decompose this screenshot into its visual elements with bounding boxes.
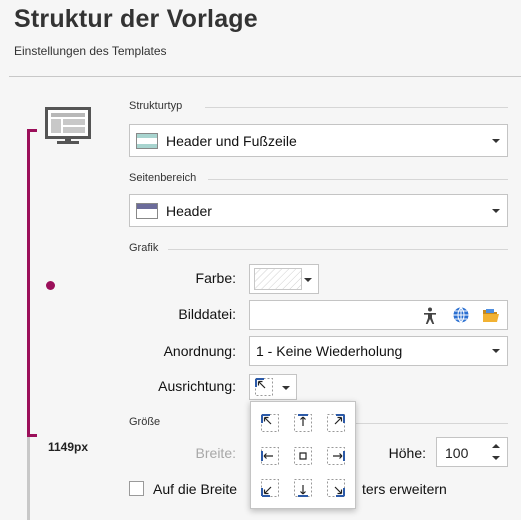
monitor-layout-icon [45,107,91,150]
align-bottom-center-icon[interactable] [294,479,312,497]
section-label-grafik: Grafik [129,242,159,254]
section-label-groesse: Größe [129,416,161,428]
align-center-icon[interactable] [294,447,312,465]
align-bottom-right-icon[interactable] [327,479,345,497]
anordnung-select[interactable]: 1 - Keine Wiederholung [249,336,508,366]
chevron-down-icon [282,386,290,390]
ausrichtung-label: Ausrichtung: [158,378,236,394]
anordnung-label: Anordnung: [163,343,236,359]
expand-width-checkbox[interactable] [129,481,144,496]
section-label-strukturtyp: Strukturtyp [129,100,183,112]
alignment-popup [250,401,356,509]
chevron-down-icon [492,208,500,213]
header-footer-layout-icon [136,132,158,149]
section-divider [208,179,508,180]
chevron-up-icon[interactable] [492,444,500,448]
farbe-color-picker[interactable] [249,264,319,294]
structure-bracket [27,129,30,437]
align-bottom-left-icon[interactable] [261,479,279,497]
section-label-seitenbereich: Seitenbereich [129,172,197,184]
page-title: Struktur der Vorlage [14,5,258,33]
empty-color-swatch [254,268,302,290]
align-top-left-icon [255,378,273,396]
structure-bracket-top [27,129,37,132]
align-middle-left-icon[interactable] [261,447,279,465]
bilddatei-input[interactable] [249,300,508,330]
align-top-center-icon[interactable] [294,414,312,432]
align-top-right-icon[interactable] [327,414,345,432]
hoehe-label: Höhe: [388,445,426,461]
align-middle-right-icon[interactable] [327,447,345,465]
ausrichtung-dropdown[interactable] [249,374,297,400]
chevron-down-icon [492,349,500,353]
anordnung-value: 1 - Keine Wiederholung [256,343,403,359]
chevron-down-icon[interactable] [492,456,500,460]
chevron-down-icon [304,278,312,282]
expand-width-label-end: ters erweitern [362,481,447,497]
expand-width-label: Auf die Breite [153,481,238,497]
seitenbereich-value: Header [166,202,212,219]
section-divider [356,423,508,424]
height-px-label: 1149px [48,440,89,454]
hoehe-stepper[interactable]: 100 [436,437,508,467]
bilddatei-label: Bilddatei: [178,306,236,322]
folder-open-icon[interactable] [482,307,500,326]
header-layout-icon [136,202,158,219]
seitenbereich-select[interactable]: Header [129,194,508,227]
page-subtitle: Einstellungen des Templates [14,44,167,58]
strukturtyp-select[interactable]: Header und Fußzeile [129,124,508,157]
section-divider [168,249,508,250]
hoehe-value: 100 [445,445,469,461]
globe-icon[interactable] [452,306,470,327]
accessibility-icon[interactable] [422,307,438,328]
breite-label: Breite: [195,445,236,461]
strukturtyp-value: Header und Fußzeile [166,132,297,149]
section-divider [205,107,508,108]
align-top-left-icon[interactable] [261,414,279,432]
header-divider [9,76,521,77]
structure-bracket-bottom [27,434,37,437]
chevron-down-icon [492,138,500,143]
farbe-label: Farbe: [195,270,236,286]
structure-marker-dot [46,281,55,290]
